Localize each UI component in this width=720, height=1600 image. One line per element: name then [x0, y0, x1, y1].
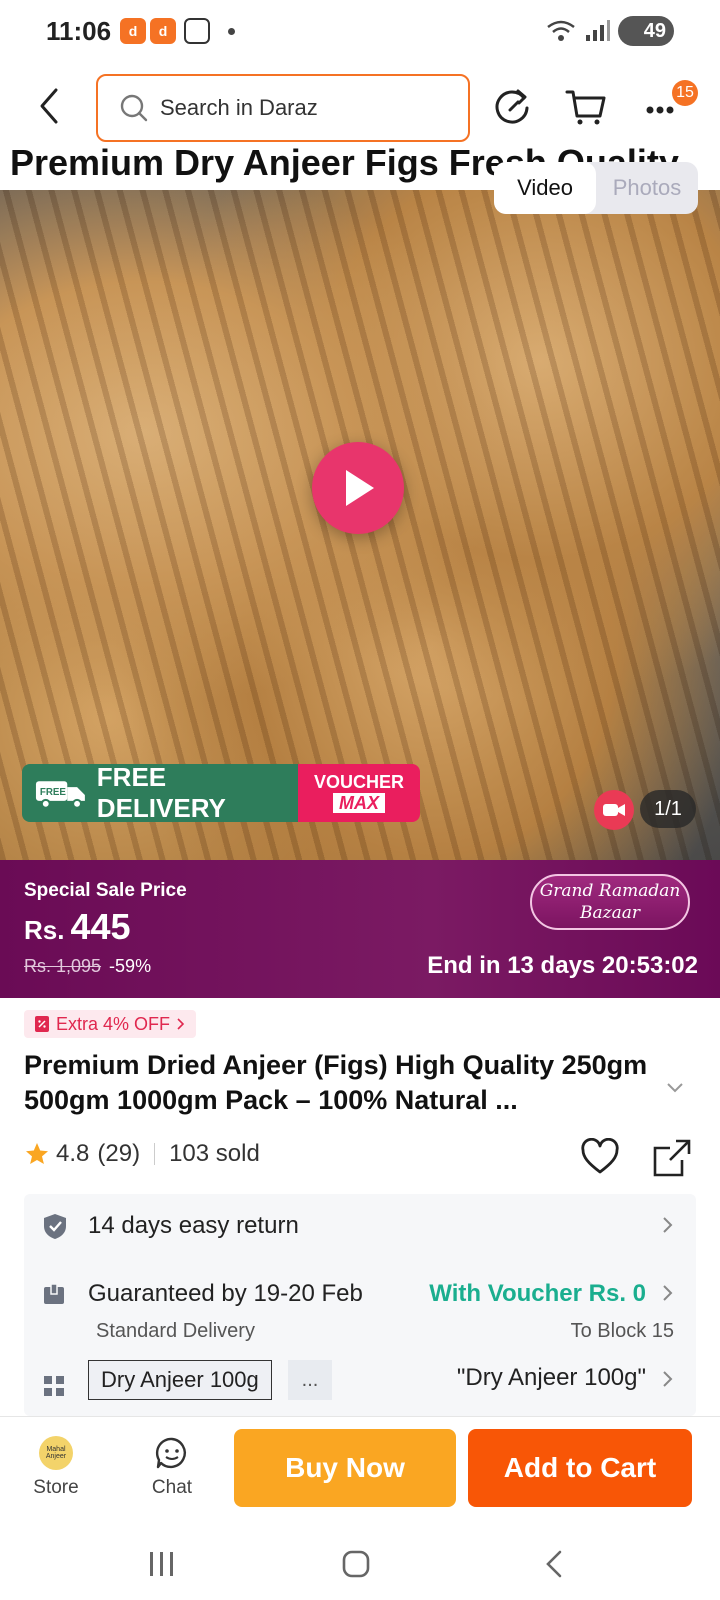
extra-off-text: Extra 4% OFF	[56, 1013, 171, 1034]
sale-countdown: End in 13 days 20:53:02	[427, 952, 698, 979]
add-to-cart-button[interactable]: Add to Cart	[468, 1429, 692, 1507]
play-icon	[346, 470, 374, 506]
share-icon[interactable]	[652, 1138, 692, 1178]
search-placeholder: Search in Daraz	[160, 95, 318, 120]
screenshot-icon	[184, 18, 210, 44]
chevron-right-icon	[663, 1285, 673, 1301]
voucher-max-text: MAX	[333, 793, 385, 813]
notification-icons: d d	[120, 18, 235, 44]
star-icon	[26, 1143, 48, 1164]
home-button[interactable]	[336, 1544, 376, 1584]
original-price: Rs. 1,095	[24, 956, 102, 976]
delivery-box-icon	[44, 1283, 64, 1304]
chevron-right-icon	[663, 1217, 673, 1233]
video-camera-icon	[603, 804, 625, 816]
price-value: 445	[70, 906, 131, 947]
delivery-location: To Block 15	[570, 1320, 674, 1342]
promo-banner: FREE FREE DELIVERY VOUCHER MAX	[22, 764, 420, 822]
special-sale-banner: Special Sale Price Rs. 445 Rs. 1,095 -59% …	[0, 860, 720, 998]
expand-title-icon[interactable]	[666, 1082, 684, 1094]
variant-row[interactable]: Dry Anjeer 100g ... "Dry Anjeer 100g"	[24, 1360, 696, 1416]
chat-label: Chat	[151, 1477, 193, 1498]
discount-percent: -59%	[109, 956, 152, 976]
refresh-history-icon	[495, 89, 529, 124]
back-button[interactable]	[30, 84, 70, 128]
wifi-icon	[547, 20, 575, 41]
event-logo: Grand Ramadan Bazaar	[530, 874, 690, 930]
voucher-max-badge: VOUCHER MAX	[298, 764, 420, 822]
coupon-icon	[35, 1016, 49, 1032]
battery-indicator: 49	[618, 16, 674, 46]
more-notifications-dot	[228, 27, 235, 35]
delivery-row[interactable]: Guaranteed by 19-20 Feb With Voucher Rs.…	[24, 1264, 696, 1348]
daraz-app-icon: d	[120, 18, 146, 44]
chat-button[interactable]: Chat	[132, 1433, 212, 1499]
search-icon	[120, 94, 148, 122]
chevron-right-icon	[663, 1371, 673, 1387]
chevron-left-icon	[40, 88, 58, 124]
service-info-card: 14 days easy return Guaranteed by 19-20 …	[24, 1194, 696, 1416]
top-navigation: Search in Daraz 15	[0, 64, 720, 148]
product-title: Premium Dried Anjeer (Figs) High Quality…	[24, 1050, 648, 1115]
status-time: 11:06	[46, 16, 112, 46]
extra-off-tag[interactable]: Extra 4% OFF	[24, 1010, 197, 1038]
tab-photos[interactable]: Photos	[596, 162, 698, 214]
video-indicator[interactable]	[594, 790, 634, 830]
tab-video[interactable]: Video	[494, 162, 596, 214]
event-line-2: Bazaar	[580, 903, 640, 923]
play-video-button[interactable]	[312, 442, 404, 534]
sale-price: Rs. 445	[24, 906, 131, 948]
free-badge-text: FREE	[40, 787, 67, 798]
status-bar: 11:06 d d 49	[0, 0, 720, 64]
signal-icon	[586, 20, 610, 41]
variant-chip-selected[interactable]: Dry Anjeer 100g	[88, 1360, 272, 1400]
chevron-right-icon	[177, 1018, 185, 1030]
rating-row[interactable]: 4.8 (29) 103 sold	[24, 1140, 260, 1168]
chat-bubble-icon	[155, 1437, 186, 1469]
wishlist-heart-icon[interactable]	[580, 1138, 620, 1176]
recent-apps-icon	[150, 1552, 173, 1576]
system-status-icons: 49	[546, 16, 674, 46]
free-delivery-badge: FREE FREE DELIVERY	[22, 764, 298, 822]
variant-chip-more[interactable]: ...	[288, 1360, 332, 1400]
buy-now-button[interactable]: Buy Now	[234, 1429, 456, 1507]
original-price-row: Rs. 1,095 -59%	[24, 956, 151, 977]
free-delivery-text: FREE DELIVERY	[96, 764, 226, 822]
currency: Rs.	[24, 915, 65, 945]
rating-value: 4.8	[56, 1140, 90, 1167]
delivery-voucher-text: With Voucher Rs. 0	[429, 1280, 646, 1307]
store-label: Store	[33, 1477, 79, 1498]
event-line-1: Grand Ramadan	[539, 881, 681, 901]
home-icon	[342, 1550, 370, 1578]
back-arrow-icon	[546, 1550, 562, 1578]
search-input[interactable]: Search in Daraz	[96, 74, 470, 142]
return-policy-row[interactable]: 14 days easy return	[24, 1194, 696, 1258]
notification-badge: 15	[672, 80, 698, 106]
sale-label: Special Sale Price	[24, 880, 187, 901]
recent-apps-button[interactable]	[142, 1544, 182, 1584]
delivery-truck-icon: FREE	[35, 781, 85, 809]
variant-label: "Dry Anjeer 100g"	[456, 1364, 646, 1391]
cart-icon	[565, 90, 606, 125]
sold-count: 103 sold	[169, 1140, 260, 1167]
system-navigation-bar	[0, 1526, 720, 1600]
daraz-app-icon-2: d	[150, 18, 176, 44]
store-button[interactable]: Mahal Anjeer Store	[16, 1433, 96, 1499]
return-policy-text: 14 days easy return	[88, 1212, 299, 1239]
media-counter: 1/1	[640, 790, 696, 828]
history-button[interactable]	[488, 82, 536, 130]
grid-variant-icon	[44, 1376, 64, 1396]
delivery-guarantee-text: Guaranteed by 19-20 Feb	[88, 1280, 363, 1307]
store-logo: Mahal Anjeer	[39, 1436, 73, 1470]
review-count: (29)	[97, 1140, 141, 1167]
cart-button[interactable]	[562, 82, 610, 130]
shield-check-icon	[44, 1214, 66, 1239]
voucher-text: VOUCHER	[313, 772, 404, 792]
media-tab-toggle: Video Photos	[494, 162, 698, 214]
bottom-action-bar: Mahal Anjeer Store Chat Buy Now Add to C…	[0, 1416, 720, 1526]
system-back-button[interactable]	[534, 1544, 574, 1584]
delivery-type: Standard Delivery	[96, 1320, 255, 1342]
product-media-gallery[interactable]: Premium Dry Anjeer Figs Fresh Quality Vi…	[0, 148, 720, 860]
